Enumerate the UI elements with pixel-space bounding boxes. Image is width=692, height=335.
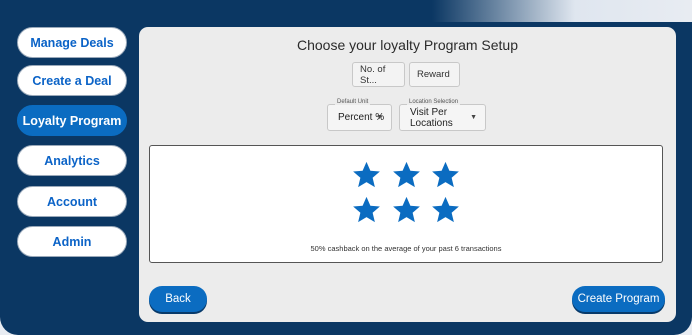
star-icon [391, 160, 422, 190]
star-icon [391, 195, 422, 225]
stars-row-top [150, 160, 662, 195]
sidebar-item-loyalty-program[interactable]: Loyalty Program [17, 105, 127, 136]
star-icon [430, 195, 461, 225]
loyalty-setup-panel: Choose your loyalty Program Setup No. of… [139, 27, 676, 322]
reward-caption: 50% cashback on the average of your past… [310, 244, 502, 253]
location-selection-select[interactable]: Location Selection Visit Per Locations ▼ [399, 99, 486, 131]
back-button[interactable]: Back [149, 286, 207, 312]
sidebar-item-account[interactable]: Account [17, 186, 127, 217]
star-icon [351, 160, 382, 190]
sidebar-item-admin[interactable]: Admin [17, 226, 127, 257]
reward-input[interactable]: Reward [409, 62, 460, 87]
sidebar-item-analytics[interactable]: Analytics [17, 145, 127, 176]
stars-row-bottom [150, 195, 662, 230]
star-icon [430, 160, 461, 190]
background-fade [432, 0, 692, 22]
page-title: Choose your loyalty Program Setup [297, 37, 518, 53]
create-program-button[interactable]: Create Program [572, 286, 665, 312]
sidebar-item-create-a-deal[interactable]: Create a Deal [17, 65, 127, 96]
star-icon [351, 195, 382, 225]
location-selection-label: Location Selection [407, 99, 461, 105]
default-unit-select[interactable]: Default Unit Percent % ▼ [327, 99, 392, 131]
stamps-count-input[interactable]: No. of St... [352, 62, 405, 87]
sidebar-item-manage-deals[interactable]: Manage Deals [17, 27, 127, 58]
caret-down-icon: ▼ [376, 114, 383, 121]
loyalty-preview-card: 50% cashback on the average of your past… [149, 145, 663, 263]
caret-down-icon: ▼ [470, 114, 477, 121]
default-unit-label: Default Unit [335, 99, 371, 105]
